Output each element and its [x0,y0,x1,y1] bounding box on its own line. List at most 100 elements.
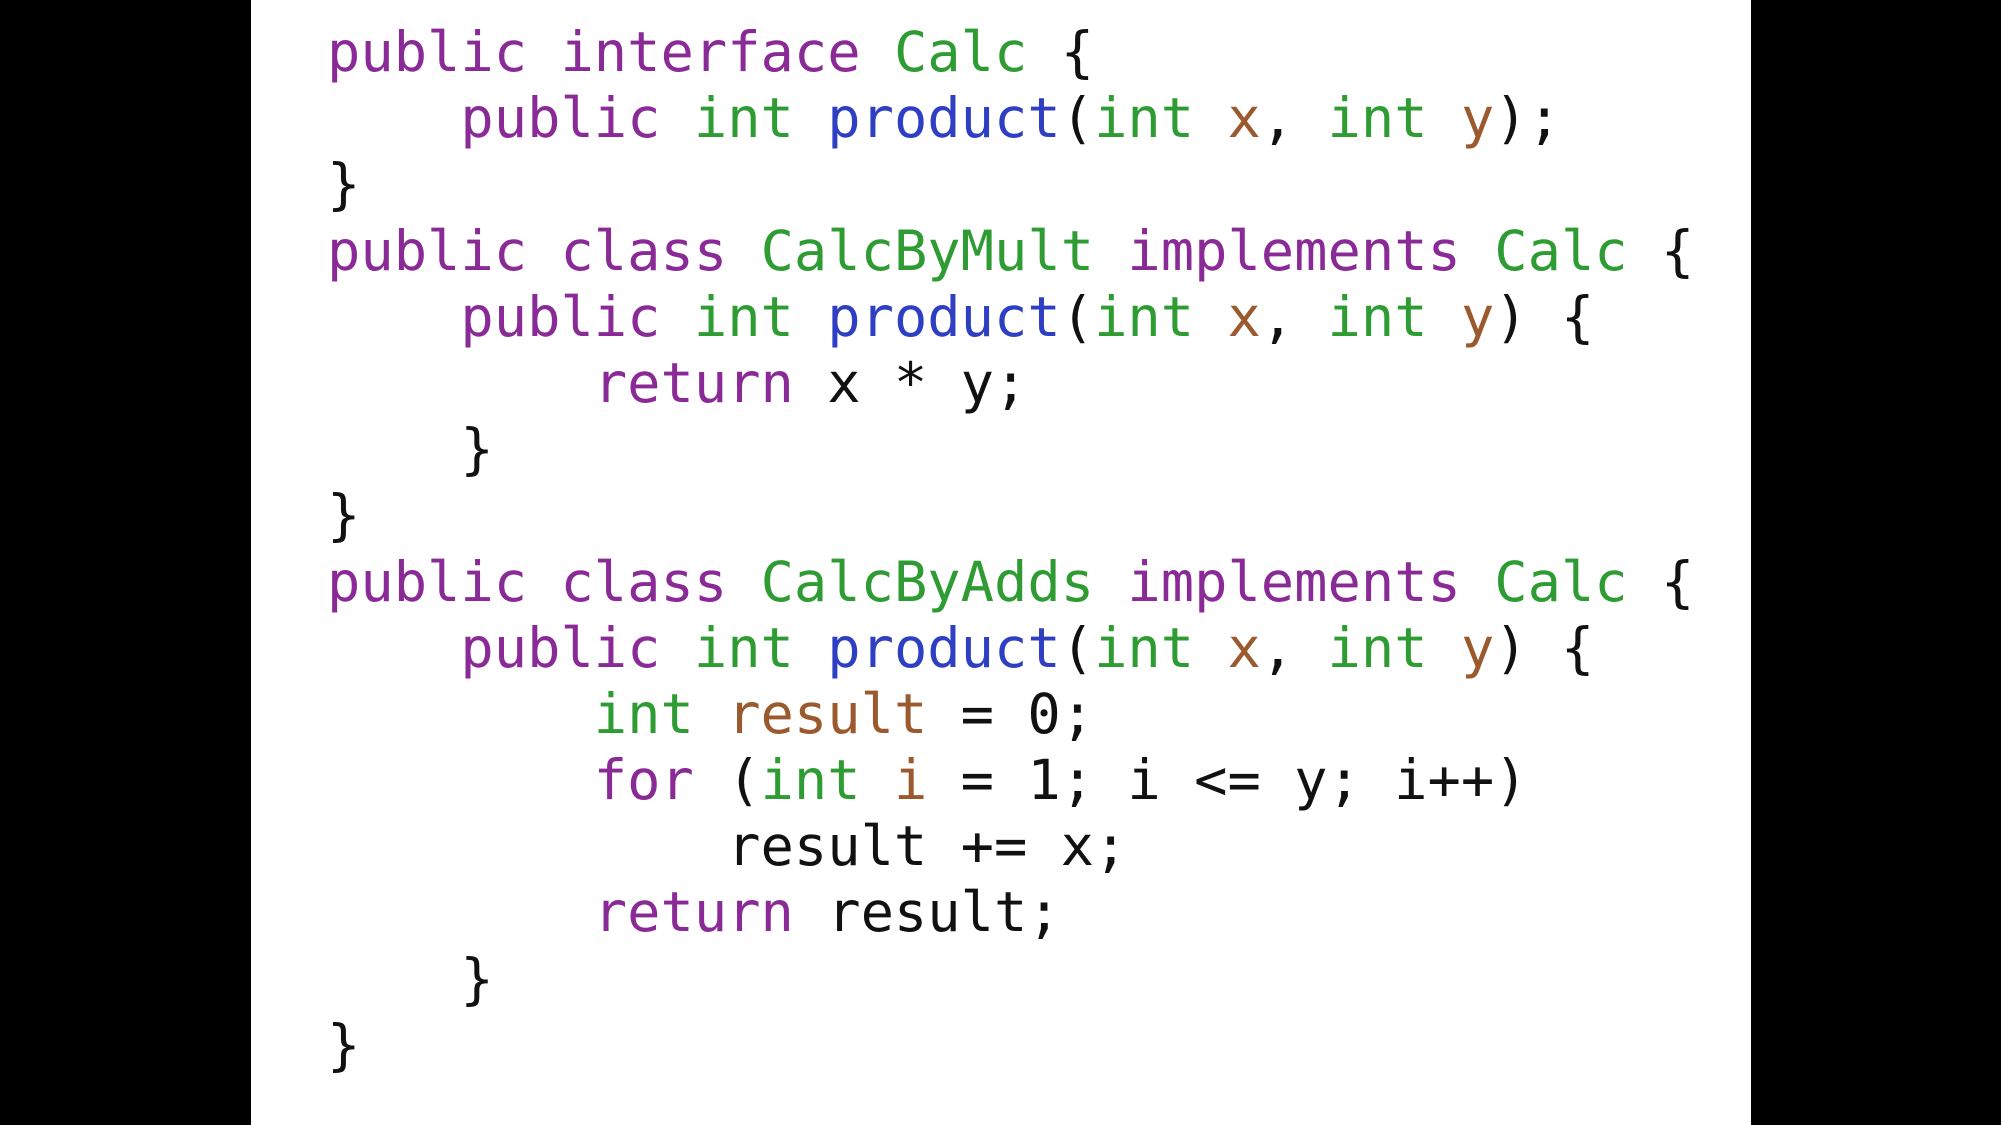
code-text: ) { [1494,616,1595,681]
code-variable: y [1460,87,1495,152]
code-line: public int product(int x, int y); [327,86,1694,152]
code-variable: y [1460,616,1495,681]
code-line: return x * y; [327,351,1694,417]
code-variable: x [1227,285,1261,350]
code-function: product [827,285,1061,350]
code-line: } [327,1013,1694,1079]
code-keyword: public [460,87,661,152]
code-line: int result = 0; [327,682,1694,748]
code-type: int [1094,87,1195,152]
code-keyword: return [593,351,794,416]
code-block: public interface Calc { public int produ… [327,20,1694,1079]
code-function: product [827,87,1061,152]
code-type: int [760,749,861,814]
code-text: = 1; i <= y; i++) [927,749,1528,814]
code-keyword: public [327,21,528,85]
code-text: ); [1494,87,1561,152]
code-variable: x [1227,87,1261,152]
code-text: , [1260,616,1328,681]
code-text: } [327,418,494,483]
code-variable: x [1227,616,1261,681]
code-line: } [327,947,1694,1013]
code-type: int [1094,616,1195,681]
code-keyword: public [327,219,528,284]
code-line: public class CalcByMult implements Calc … [327,219,1694,285]
code-keyword: implements [1127,550,1461,615]
code-variable: i [893,749,928,814]
code-type: Calc [1494,219,1628,284]
code-type: int [593,682,694,747]
code-text: result; [793,881,1061,946]
code-type: CalcByMult [760,219,1095,284]
code-function: product [827,616,1061,681]
code-variable: y [1460,285,1495,350]
code-type: Calc [893,21,1028,85]
code-text: { [1627,550,1695,615]
code-line: public interface Calc { [327,20,1694,86]
slide: public interface Calc { public int produ… [251,0,1751,1125]
code-line: } [327,152,1694,218]
code-type: int [1327,87,1428,152]
code-text: { [1027,21,1095,85]
code-text: , [1260,285,1328,350]
code-keyword: class [560,550,728,615]
code-line: result += x; [327,814,1694,880]
code-text: = 0; [927,682,1095,747]
code-line: } [327,483,1694,549]
code-type: Calc [1494,550,1628,615]
code-text: } [327,153,361,218]
code-line: public int product(int x, int y) { [327,285,1694,351]
code-keyword: implements [1127,219,1461,284]
code-type: int [1327,616,1428,681]
code-type: int [693,616,794,681]
code-text: ( [1060,616,1095,681]
code-line: public int product(int x, int y) { [327,616,1694,682]
code-type: int [693,285,794,350]
code-text: ( [1060,87,1095,152]
code-keyword: public [327,550,528,615]
code-text: ) { [1494,285,1595,350]
code-text: } [327,484,361,549]
code-keyword: public [460,616,661,681]
code-keyword: interface [560,21,861,85]
code-text: x * y; [793,351,1028,416]
code-line: } [327,417,1694,483]
code-type: CalcByAdds [760,550,1095,615]
code-text: , [1260,87,1328,152]
code-text: ( [693,749,761,814]
code-text: { [1627,219,1695,284]
code-line: public class CalcByAdds implements Calc … [327,550,1694,616]
code-keyword: public [460,285,661,350]
code-keyword: for [593,749,694,814]
code-text: ( [1060,285,1095,350]
code-text: result += x; [327,815,1128,880]
code-line: for (int i = 1; i <= y; i++) [327,748,1694,814]
code-text: } [327,1013,361,1078]
